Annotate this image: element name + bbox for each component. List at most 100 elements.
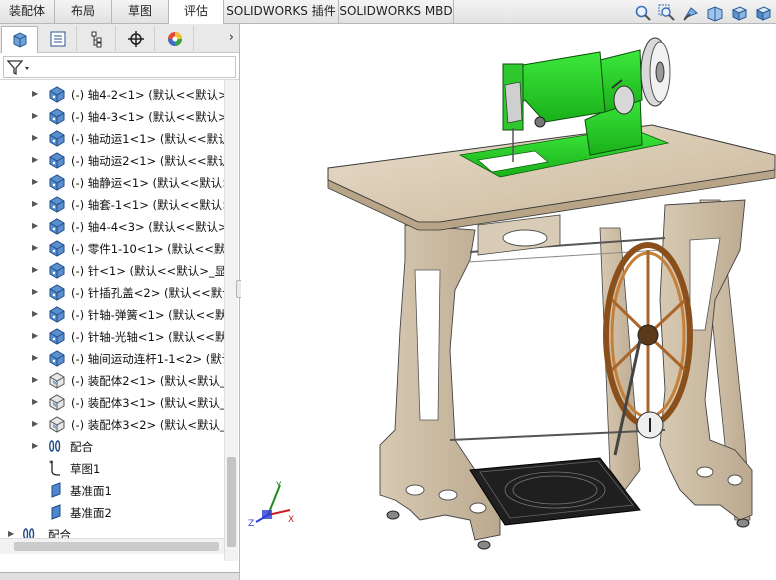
tab-sketch[interactable]: 草图 — [112, 0, 169, 23]
tree-item[interactable]: ▶ (-) 轴套-1<1> (默认<<默认>_显 — [0, 193, 224, 215]
filter-icon — [6, 60, 29, 76]
tab-assembly[interactable]: 装配体 — [0, 0, 55, 23]
tree-item[interactable]: ▶ (-) 针<1> (默认<<默认>_显示状 — [0, 259, 224, 281]
tab-evaluate[interactable]: 评估 — [169, 0, 224, 24]
tab-layout[interactable]: 布局 — [55, 0, 112, 23]
expand-arrow-icon[interactable]: ▶ — [32, 419, 40, 429]
tree-item[interactable]: ▶ (-) 装配体2<1> (默认<默认_显 — [0, 369, 224, 391]
tree-item-label: 基准面1 — [70, 484, 112, 498]
tree-item-label: 配合 — [70, 440, 93, 454]
tree-item[interactable]: ▶ (-) 轴4-4<3> (默认<<默认>_显 — [0, 215, 224, 237]
tree-item-label: (-) 轴动运1<1> (默认<<默认>_ — [71, 132, 224, 146]
plane-icon — [48, 503, 66, 521]
tree-vertical-scrollbar[interactable] — [224, 80, 238, 561]
tree-item[interactable]: ▶ 配合 — [0, 435, 224, 457]
featuremanager-tree-icon[interactable] — [1, 26, 38, 53]
feature-tree: ▶ (-) 轴4-2<1> (默认<<默认>_显 ▶ (-) 轴4-3<1> (默认<… — [0, 80, 224, 545]
tree-item-label: (-) 轴套-1<1> (默认<<默认>_显 — [71, 198, 224, 212]
expand-arrow-icon[interactable]: ▶ — [32, 287, 40, 297]
tree-item[interactable]: * 草图1 — [0, 457, 224, 479]
expand-arrow-icon[interactable]: ▶ — [32, 397, 40, 407]
plane-icon — [48, 481, 66, 499]
part-icon — [48, 305, 66, 323]
part-icon — [48, 283, 66, 301]
tree-item[interactable]: ▶ (-) 装配体3<2> (默认<默认_显 — [0, 413, 224, 435]
expand-arrow-icon[interactable]: ▶ — [32, 441, 40, 451]
sketch-icon: * — [48, 459, 66, 477]
tree-item-label: 基准面2 — [70, 506, 112, 520]
tree-item[interactable]: ▶ (-) 轴4-3<1> (默认<<默认>_显 — [0, 105, 224, 127]
scrollbar-thumb[interactable] — [14, 542, 219, 551]
expand-arrow-icon[interactable]: ▶ — [32, 89, 40, 99]
panel-scroll-right-button[interactable]: › — [229, 30, 234, 45]
bottom-tabs — [0, 572, 239, 580]
tree-item[interactable]: ▶ (-) 针轴-弹簧<1> (默认<<默认> — [0, 303, 224, 325]
display-manager-icon[interactable] — [157, 26, 194, 51]
expand-arrow-icon[interactable]: ▶ — [32, 221, 40, 231]
expand-arrow-icon[interactable]: ▶ — [32, 375, 40, 385]
filter-input[interactable] — [3, 56, 236, 78]
tree-item-label: (-) 轴静运<1> (默认<<默认>_显 — [71, 176, 224, 190]
part-icon — [48, 195, 66, 213]
tab-solidworks-mbd[interactable]: SOLIDWORKS MBD — [339, 0, 454, 23]
display-style-icon[interactable] — [753, 3, 772, 22]
tree-item-label: (-) 轴4-4<3> (默认<<默认>_显 — [71, 220, 224, 234]
part-icon — [48, 173, 66, 191]
section-view-icon[interactable] — [705, 3, 724, 22]
zoom-to-area-icon[interactable] — [657, 3, 676, 22]
assembly-icon — [48, 415, 66, 433]
featuremanager-panel: › ▶ (-) 轴4-2<1> (默认<<默认>_显 ▶ (-) 轴4-3<1> (默… — [0, 24, 240, 580]
expand-arrow-icon[interactable]: ▶ — [32, 331, 40, 341]
tree-item[interactable]: ▶ (-) 轴静运<1> (默认<<默认>_显 — [0, 171, 224, 193]
scrollbar-thumb[interactable] — [227, 457, 236, 547]
solidworks-window: 装配体 布局 草图 评估 SOLIDWORKS 插件 SOLIDWORKS MB… — [0, 0, 776, 580]
tree-item-label: (-) 轴间运动连杆1-1<2> (默认 — [71, 352, 224, 366]
expand-arrow-icon[interactable]: ▶ — [32, 243, 40, 253]
mates-icon — [48, 437, 66, 455]
tab-solidworks-addins[interactable]: SOLIDWORKS 插件 — [224, 0, 339, 23]
svg-text:*: * — [49, 459, 53, 468]
panel-tabs: › — [0, 24, 239, 53]
tree-item[interactable]: ▶ (-) 装配体3<1> (默认<默认_显 — [0, 391, 224, 413]
assembly-icon — [48, 371, 66, 389]
tree-item-label: (-) 针<1> (默认<<默认>_显示状 — [71, 264, 224, 278]
tree-item-label: (-) 针插孔盖<2> (默认<<默认> — [71, 286, 224, 300]
graphics-area[interactable]: Y X Z — [241, 24, 776, 580]
expand-arrow-icon[interactable]: ▶ — [32, 309, 40, 319]
triad-x-label: X — [288, 515, 294, 525]
expand-arrow-icon[interactable]: ▶ — [32, 111, 40, 121]
tree-item[interactable]: ▶ (-) 针插孔盖<2> (默认<<默认> — [0, 281, 224, 303]
tree-item-label: (-) 针轴-弹簧<1> (默认<<默认> — [71, 308, 224, 322]
tree-item-label: (-) 装配体3<2> (默认<默认_显 — [71, 418, 224, 432]
tree-horizontal-scrollbar[interactable] — [0, 538, 224, 554]
expand-arrow-icon[interactable]: ▶ — [32, 177, 40, 187]
tree-item[interactable]: ▶ (-) 轴间运动连杆1-1<2> (默认 — [0, 347, 224, 369]
tree-item[interactable]: ▶ (-) 轴动运1<1> (默认<<默认>_ — [0, 127, 224, 149]
command-manager-tabs: 装配体 布局 草图 评估 SOLIDWORKS 插件 SOLIDWORKS MB… — [0, 0, 776, 24]
part-icon — [48, 261, 66, 279]
expand-arrow-icon[interactable]: ▶ — [32, 133, 40, 143]
tree-item-label: (-) 轴4-2<1> (默认<<默认>_显 — [71, 88, 224, 102]
tree-item[interactable]: ▶ (-) 轴4-2<1> (默认<<默认>_显 — [0, 83, 224, 105]
previous-view-icon[interactable] — [681, 3, 700, 22]
assembly-icon — [48, 393, 66, 411]
tree-item[interactable]: 基准面1 — [0, 479, 224, 501]
filter-row — [0, 54, 239, 80]
tree-item[interactable]: 基准面2 — [0, 501, 224, 523]
expand-arrow-icon[interactable]: ▶ — [32, 199, 40, 209]
part-icon — [48, 239, 66, 257]
tree-item[interactable]: ▶ (-) 轴动运2<1> (默认<<默认>_ — [0, 149, 224, 171]
view-orientation-icon[interactable] — [729, 3, 748, 22]
part-icon — [48, 85, 66, 103]
dimxpertmanager-icon[interactable] — [118, 26, 155, 51]
sewing-machine-model[interactable]: Y X Z — [241, 24, 776, 580]
configurationmanager-icon[interactable] — [79, 26, 116, 51]
expand-arrow-icon[interactable]: ▶ — [32, 265, 40, 275]
expand-arrow-icon[interactable]: ▶ — [32, 353, 40, 363]
expand-arrow-icon[interactable]: ▶ — [32, 155, 40, 165]
tree-item[interactable]: ▶ (-) 零件1-10<1> (默认<<默认> — [0, 237, 224, 259]
tree-item[interactable]: ▶ (-) 针轴-光轴<1> (默认<<默认> — [0, 325, 224, 347]
tree-item-label: (-) 装配体2<1> (默认<默认_显 — [71, 374, 224, 388]
propertymanager-icon[interactable] — [40, 26, 77, 51]
zoom-to-fit-icon[interactable] — [633, 3, 652, 22]
